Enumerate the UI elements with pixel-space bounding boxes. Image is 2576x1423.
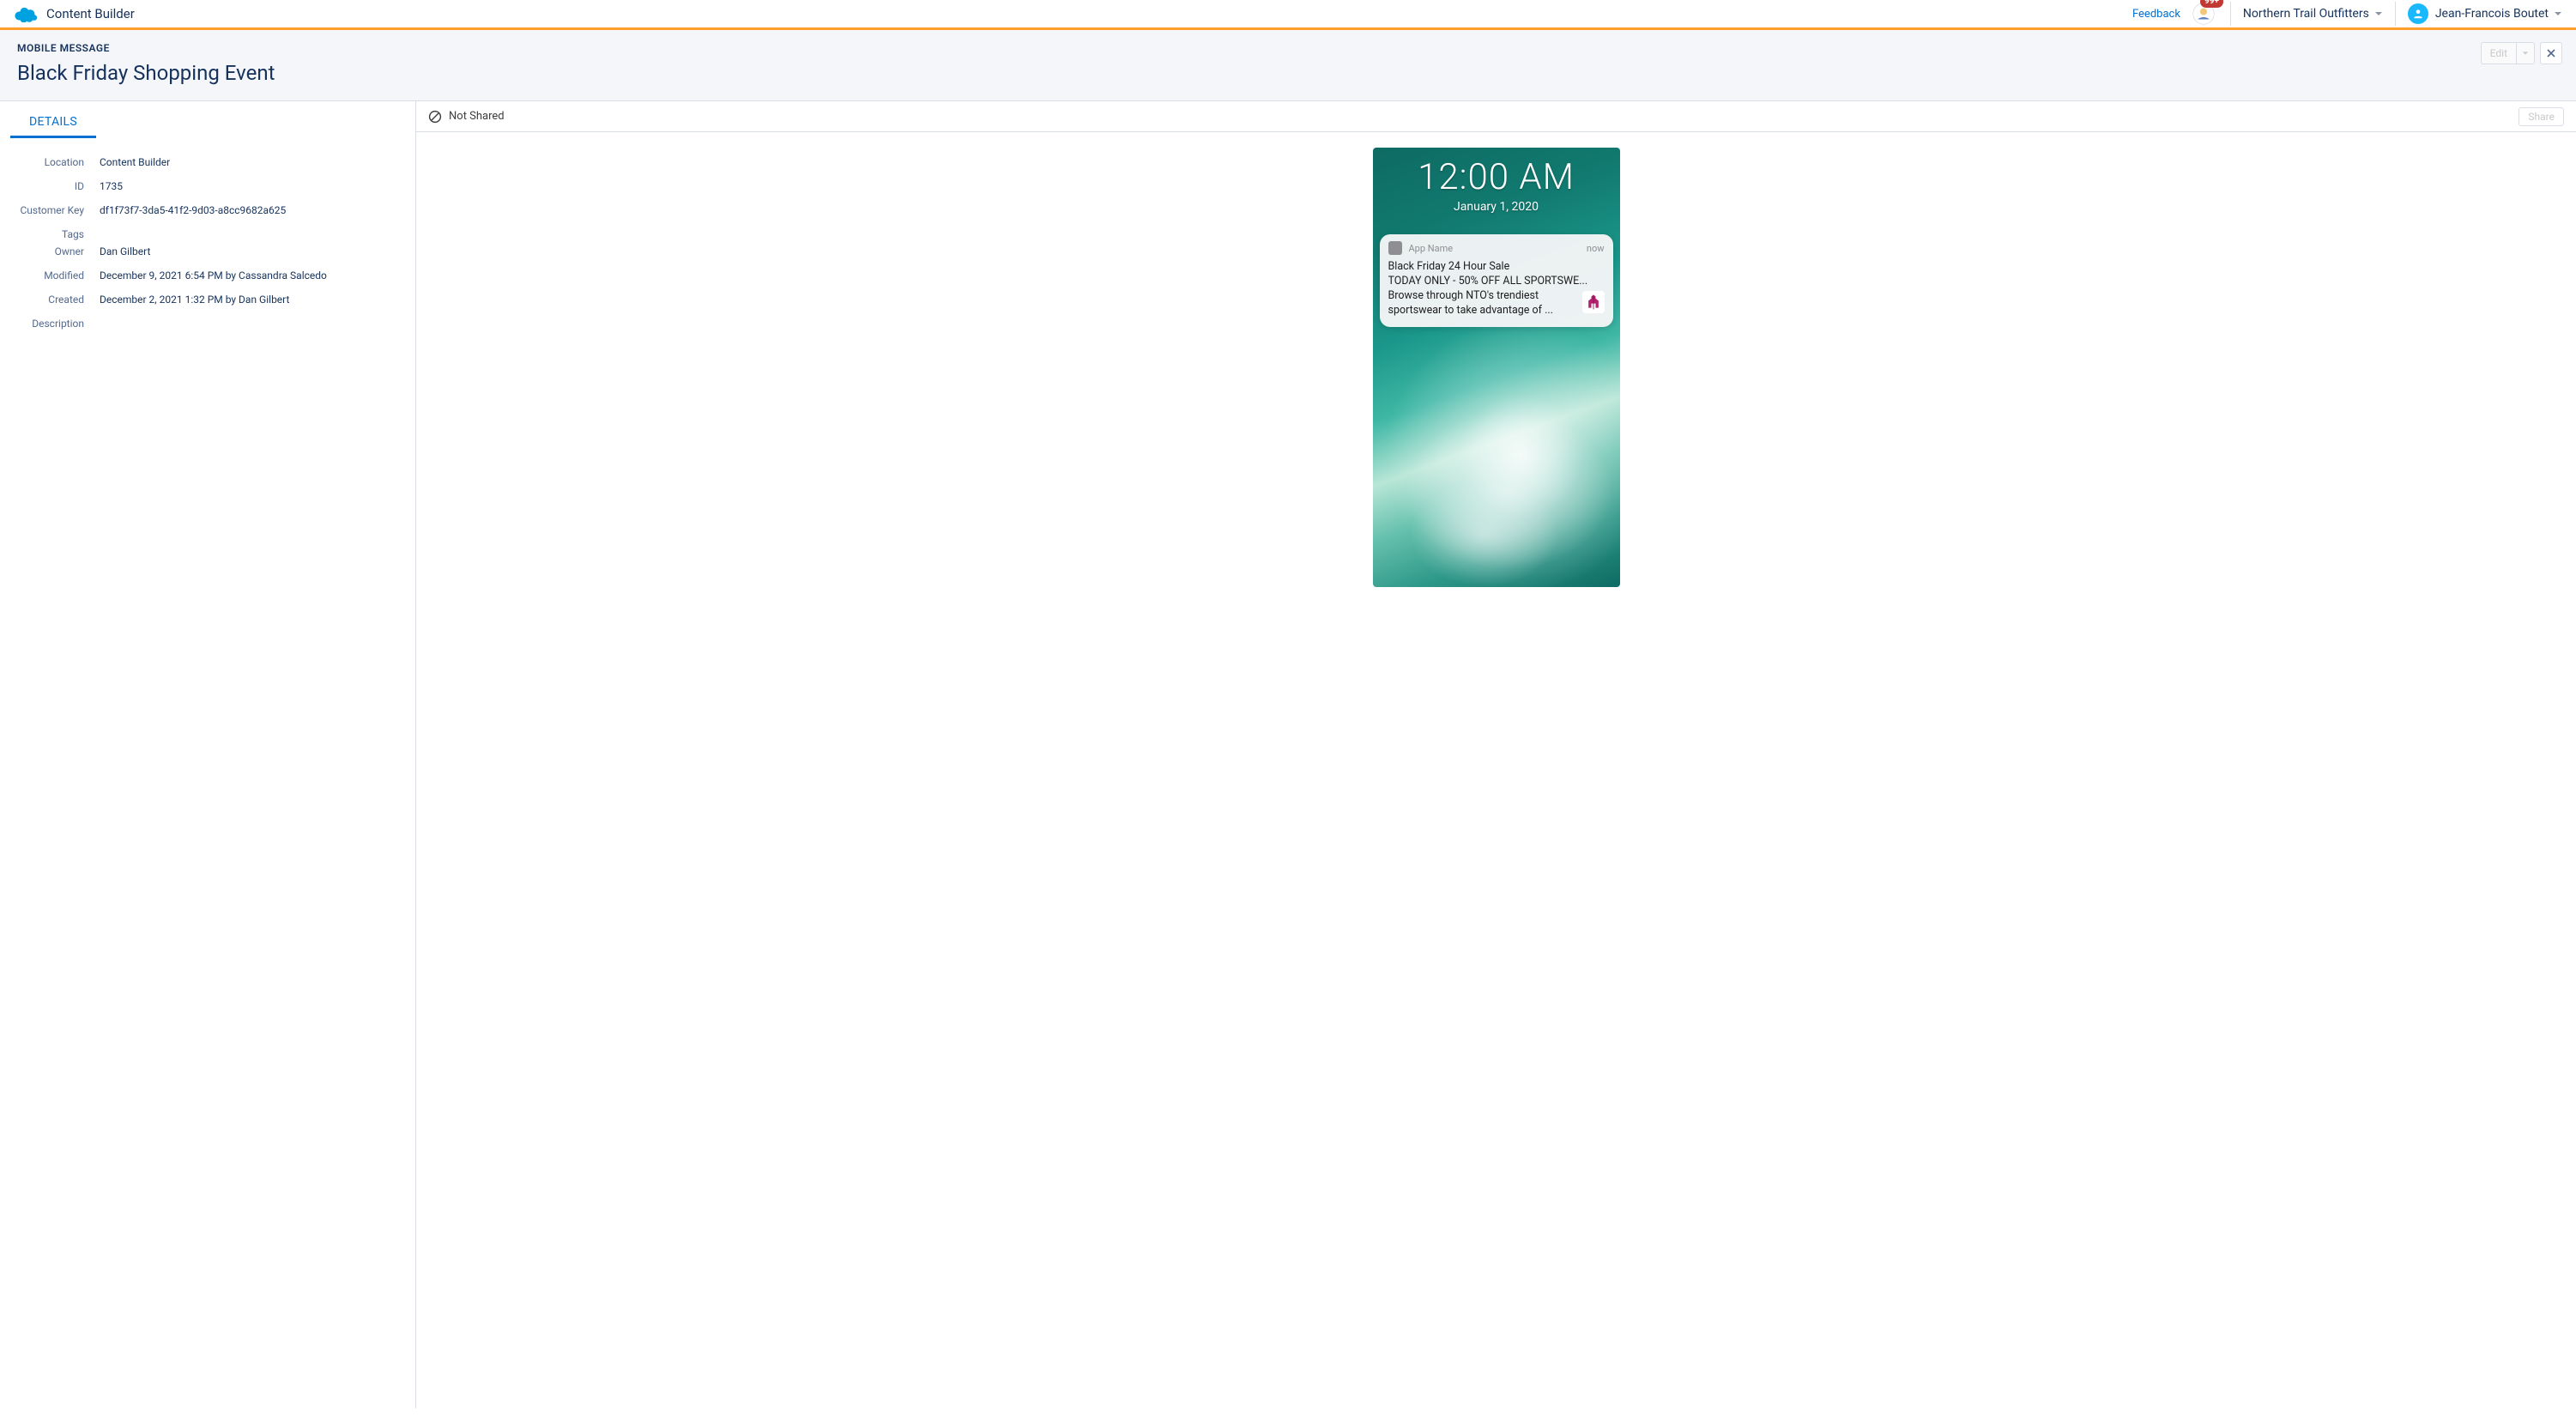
detail-label: Tags [15, 228, 84, 240]
share-status-text: Not Shared [449, 110, 505, 123]
detail-row-created: Created December 2, 2021 1:32 PM by Dan … [15, 288, 400, 312]
caret-down-icon [2522, 50, 2529, 57]
notification-header: App Name now [1388, 241, 1605, 255]
preview-panel: Not Shared Share 12:00 AM January 1, 202… [416, 101, 2576, 1408]
notification-thumbnail [1582, 291, 1605, 313]
salesforce-cloud-icon [14, 5, 39, 22]
lockscreen-time: 12:00 AM [1373, 156, 1620, 198]
detail-label: ID [15, 180, 84, 192]
page-actions: Edit [2481, 42, 2562, 64]
details-panel: DETAILS Location Content Builder ID 1735… [0, 101, 416, 1408]
detail-value: Dan Gilbert [100, 245, 150, 257]
main-content: DETAILS Location Content Builder ID 1735… [0, 101, 2576, 1408]
detail-label: Location [15, 156, 84, 168]
phone-mockup: 12:00 AM January 1, 2020 App Name now Bl… [1373, 148, 1620, 587]
edit-button[interactable]: Edit [2481, 42, 2516, 64]
person-icon [2412, 8, 2424, 20]
notification-body: Browse through NTO's trendiest sportswea… [1388, 289, 1575, 318]
user-name: Jean-Francois Boutet [2435, 7, 2549, 21]
detail-label: Owner [15, 245, 84, 257]
not-shared-icon [428, 110, 442, 124]
notification-app-name: App Name [1409, 243, 1454, 254]
detail-label: Created [15, 294, 84, 306]
push-notification-card: App Name now Black Friday 24 Hour Sale T… [1380, 234, 1613, 327]
share-bar: Not Shared Share [416, 101, 2576, 132]
close-button[interactable] [2540, 42, 2562, 64]
edit-button-group: Edit [2481, 42, 2535, 64]
detail-value: df1f73f7-3da5-41f2-9d03-a8cc9682a625 [100, 204, 286, 216]
caret-down-icon [2374, 9, 2383, 18]
detail-label: Description [15, 318, 84, 330]
lockscreen-date: January 1, 2020 [1373, 200, 1620, 214]
notification-title: Black Friday 24 Hour Sale [1388, 260, 1605, 275]
detail-value: December 2, 2021 1:32 PM by Dan Gilbert [100, 294, 289, 306]
caret-down-icon [2554, 9, 2562, 18]
share-status: Not Shared [428, 110, 505, 124]
details-list: Location Content Builder ID 1735 Custome… [0, 138, 415, 348]
detail-row-id: ID 1735 [15, 174, 400, 198]
page-header: MOBILE MESSAGE Black Friday Shopping Eve… [0, 30, 2576, 101]
notifications-count-badge: 99+ [2200, 0, 2223, 8]
tab-details[interactable]: DETAILS [10, 108, 96, 138]
detail-row-description: Description [15, 312, 400, 336]
preview-area: 12:00 AM January 1, 2020 App Name now Bl… [416, 132, 2576, 1408]
detail-row-owner: Owner Dan Gilbert [15, 239, 400, 263]
app-title: Content Builder [46, 6, 135, 21]
global-header: Content Builder Feedback 99+ Northern Tr… [0, 0, 2576, 30]
close-icon [2546, 48, 2556, 58]
detail-label: Modified [15, 269, 84, 282]
app-icon [1388, 241, 1402, 255]
account-switcher[interactable]: Northern Trail Outfitters [2230, 2, 2395, 26]
notifications-button[interactable]: 99+ [2191, 1, 2216, 27]
detail-label: Customer Key [15, 204, 84, 216]
detail-row-location: Location Content Builder [15, 150, 400, 174]
user-menu[interactable]: Jean-Francois Boutet [2395, 2, 2562, 26]
share-button[interactable]: Share [2519, 107, 2564, 126]
detail-value: Content Builder [100, 156, 170, 168]
record-type-label: MOBILE MESSAGE [17, 42, 2559, 54]
edit-dropdown-button[interactable] [2516, 42, 2535, 64]
page-title: Black Friday Shopping Event [17, 61, 2559, 85]
avatar [2408, 3, 2428, 24]
account-name: Northern Trail Outfitters [2243, 7, 2369, 21]
notification-subtitle: TODAY ONLY - 50% OFF ALL SPORTSWE... [1388, 275, 1605, 289]
details-tabs: DETAILS [0, 108, 415, 138]
detail-row-modified: Modified December 9, 2021 6:54 PM by Cas… [15, 263, 400, 288]
detail-value: December 9, 2021 6:54 PM by Cassandra Sa… [100, 269, 327, 282]
detail-row-customer-key: Customer Key df1f73f7-3da5-41f2-9d03-a8c… [15, 198, 400, 222]
jacket-icon [1585, 294, 1602, 311]
detail-value: 1735 [100, 180, 123, 192]
notification-timestamp: now [1587, 243, 1605, 254]
feedback-link[interactable]: Feedback [2132, 8, 2180, 21]
